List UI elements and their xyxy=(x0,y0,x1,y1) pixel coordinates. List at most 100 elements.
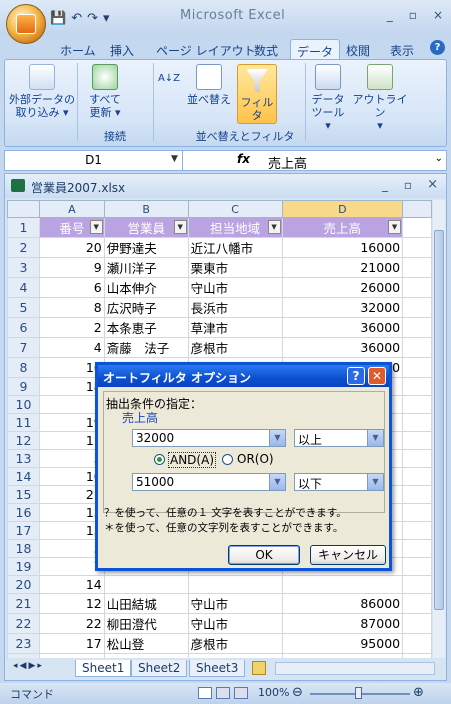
minimize-button[interactable]: _ xyxy=(387,8,393,22)
cell[interactable] xyxy=(187,653,283,658)
cell[interactable] xyxy=(402,217,432,238)
cell[interactable] xyxy=(38,653,105,658)
row-header[interactable]: 13 xyxy=(7,449,40,468)
book-restore-button[interactable]: ▫ xyxy=(404,178,412,192)
cell[interactable] xyxy=(402,237,432,258)
save-icon[interactable]: 💾 xyxy=(50,11,66,26)
cell[interactable]: 21000 xyxy=(281,257,404,278)
or-radio[interactable] xyxy=(222,454,233,465)
filter-button[interactable]: フィルタ xyxy=(237,64,277,124)
cell[interactable]: 栗東市 xyxy=(187,257,283,278)
outline-button[interactable]: アウトライン ▾ xyxy=(351,64,409,132)
cell[interactable]: 近江八幡市 xyxy=(187,237,283,258)
cell[interactable]: 20 xyxy=(38,237,105,258)
cell[interactable] xyxy=(402,297,432,318)
tab-formulas[interactable]: 数式 xyxy=(248,39,284,60)
row-header[interactable]: 20 xyxy=(7,575,40,594)
cell[interactable] xyxy=(281,653,404,658)
external-data-button[interactable]: 外部データの 取り込み ▾ xyxy=(9,64,75,119)
cell[interactable] xyxy=(402,277,432,298)
sort-button[interactable]: 並べ替え xyxy=(185,64,233,106)
cell[interactable] xyxy=(402,613,432,634)
sheet-nav-arrows-icon[interactable]: ◂◀▶▸ xyxy=(13,661,44,671)
cell[interactable]: 2 xyxy=(38,317,105,338)
row-header[interactable]: 1 xyxy=(7,217,40,238)
cell[interactable] xyxy=(187,575,283,594)
expand-formula-icon[interactable]: ⌄ xyxy=(435,153,443,164)
cell[interactable]: 柳田澄代 xyxy=(103,613,189,634)
tab-insert[interactable]: 挿入 xyxy=(104,39,140,60)
filter-dropdown-icon[interactable]: ▼ xyxy=(89,220,103,234)
row-header[interactable]: 15 xyxy=(7,485,40,504)
cell[interactable] xyxy=(402,395,432,414)
column-header[interactable] xyxy=(402,200,432,218)
formula-input[interactable]: 売上高 xyxy=(268,153,307,172)
cell[interactable] xyxy=(402,593,432,614)
zoom-slider-thumb[interactable] xyxy=(355,687,362,699)
cell[interactable] xyxy=(402,467,432,486)
sheet-tab-sheet2[interactable]: Sheet2 xyxy=(131,660,188,677)
cell[interactable]: 16000 xyxy=(281,237,404,258)
cell[interactable]: 6 xyxy=(38,277,105,298)
row-header[interactable]: 24 xyxy=(7,653,40,658)
cell[interactable] xyxy=(402,431,432,450)
row-header[interactable]: 19 xyxy=(7,557,40,576)
zoom-in-icon[interactable]: ⊕ xyxy=(413,685,424,700)
cell[interactable]: 守山市 xyxy=(187,277,283,298)
row-header[interactable]: 22 xyxy=(7,613,40,634)
and-label[interactable]: AND(A) xyxy=(168,452,216,468)
filter-dropdown-icon[interactable]: ▼ xyxy=(388,220,402,234)
cell[interactable]: 32000 xyxy=(281,297,404,318)
row-header[interactable]: 3 xyxy=(7,257,40,278)
filter-dropdown-icon[interactable]: ▼ xyxy=(173,220,187,234)
horizontal-scrollbar[interactable] xyxy=(275,662,435,675)
cell[interactable] xyxy=(402,557,432,576)
row-header[interactable]: 4 xyxy=(7,277,40,298)
row-header[interactable]: 7 xyxy=(7,337,40,358)
cell[interactable] xyxy=(402,539,432,558)
chevron-down-icon[interactable]: ▼ xyxy=(171,154,178,164)
cell[interactable] xyxy=(402,317,432,338)
ok-button[interactable]: OK xyxy=(228,545,300,565)
operator1-combo[interactable]: 以上 ▼ xyxy=(294,429,384,447)
row-header[interactable]: 11 xyxy=(7,413,40,432)
row-header[interactable]: 21 xyxy=(7,593,40,614)
qat-customize-icon[interactable]: ▾ xyxy=(103,11,110,26)
row-header[interactable]: 12 xyxy=(7,431,40,450)
cell[interactable]: 36000 xyxy=(281,317,404,338)
name-box[interactable]: D1 xyxy=(5,151,183,170)
header-cell[interactable]: 担当地域 ▼ xyxy=(187,217,283,238)
cell[interactable]: 広沢時子 xyxy=(103,297,189,318)
cell[interactable] xyxy=(402,575,432,594)
column-header[interactable]: D xyxy=(281,200,404,218)
help-icon[interactable]: ? xyxy=(430,40,445,55)
and-radio[interactable] xyxy=(154,454,165,465)
column-header[interactable]: B xyxy=(103,200,189,218)
row-header[interactable]: 17 xyxy=(7,521,40,540)
close-button[interactable]: × xyxy=(433,8,443,22)
cell[interactable]: 瀬川洋子 xyxy=(103,257,189,278)
sort-az-button[interactable]: A↓Z xyxy=(157,72,181,85)
cell[interactable]: 9 xyxy=(38,257,105,278)
zoom-level[interactable]: 100% xyxy=(258,686,289,699)
row-header[interactable]: 16 xyxy=(7,503,40,522)
insert-function-icon[interactable]: fx xyxy=(237,152,250,166)
cell[interactable]: 守山市 xyxy=(187,613,283,634)
scroll-thumb[interactable] xyxy=(434,230,444,610)
cell[interactable]: 17 xyxy=(38,633,105,654)
data-tools-button[interactable]: データ ツール ▾ xyxy=(307,64,349,132)
row-header[interactable]: 5 xyxy=(7,297,40,318)
cell[interactable] xyxy=(402,485,432,504)
redo-icon[interactable]: ↷ xyxy=(87,11,98,26)
value1-combo[interactable]: 32000 ▼ xyxy=(132,429,286,447)
cell[interactable]: 草津市 xyxy=(187,317,283,338)
page-layout-view-icon[interactable] xyxy=(216,687,230,699)
cell[interactable]: 14 xyxy=(38,575,105,594)
cell[interactable] xyxy=(103,575,189,594)
chevron-down-icon[interactable]: ▼ xyxy=(367,474,383,490)
cancel-button[interactable]: キャンセル xyxy=(310,545,386,565)
normal-view-icon[interactable] xyxy=(198,687,212,699)
row-header[interactable]: 9 xyxy=(7,377,40,396)
cell[interactable] xyxy=(402,337,432,358)
column-header[interactable]: A xyxy=(38,200,105,218)
